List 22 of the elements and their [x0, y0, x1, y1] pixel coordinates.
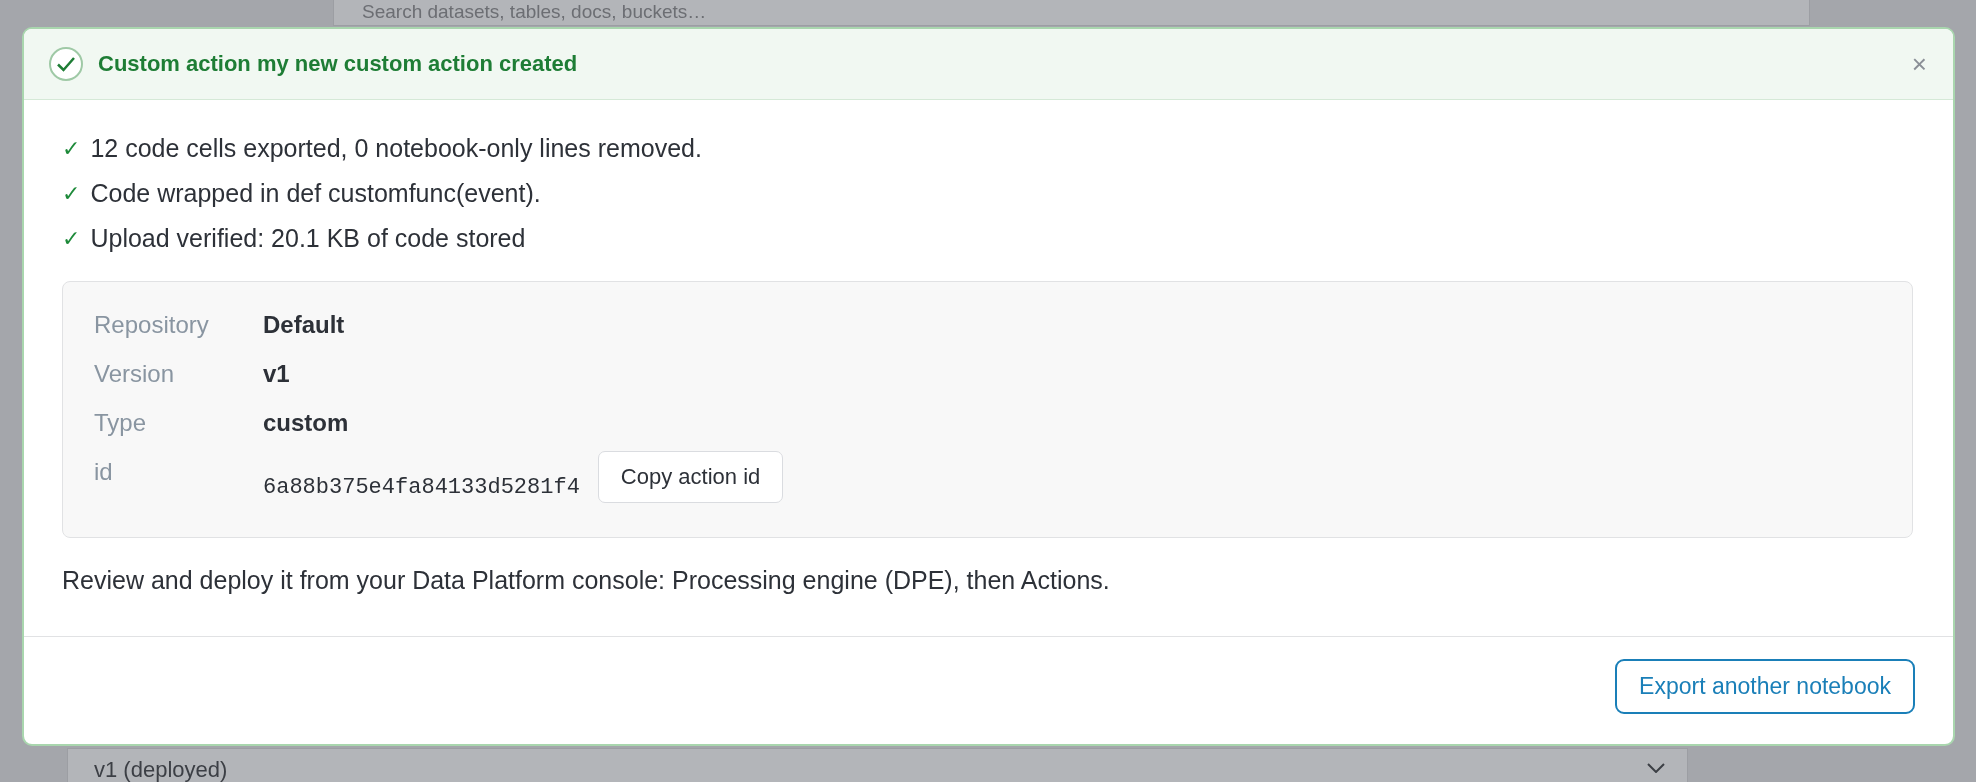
dialog-title: Custom action my new custom action created	[98, 51, 579, 77]
action-id: 6a88b375e4fa84133d5281f4	[263, 474, 580, 500]
detail-label: Type	[94, 408, 148, 437]
version-select[interactable]: v1 (deployed)	[67, 748, 1688, 782]
export-another-notebook-button[interactable]: Export another notebook	[1615, 659, 1915, 714]
check-mark: ✓	[62, 181, 81, 206]
deploy-note: Review and deploy it from your Data Platform console: Processing engine (DPE), then Actions.	[62, 566, 1111, 595]
check-text: Code wrapped in def customfunc(event).	[90, 179, 541, 208]
check-text: 12 code cells exported, 0 notebook-only lines removed.	[90, 134, 702, 163]
detail-label: Repository	[94, 310, 210, 339]
check-mark: ✓	[62, 136, 81, 161]
detail-label: Version	[94, 359, 176, 388]
detail-value: Default	[263, 310, 346, 339]
detail-label: id	[94, 457, 114, 487]
chevron-down-icon	[1647, 763, 1665, 773]
copy-action-id-button[interactable]: Copy action id	[597, 451, 784, 503]
check-circle-icon	[48, 46, 84, 82]
check-mark: ✓	[62, 226, 81, 251]
detail-value: v1	[263, 359, 291, 388]
check-text: Upload verified: 20.1 KB of code stored	[90, 224, 526, 253]
close-button[interactable]: ×	[1907, 48, 1931, 80]
detail-value: custom	[263, 408, 350, 437]
